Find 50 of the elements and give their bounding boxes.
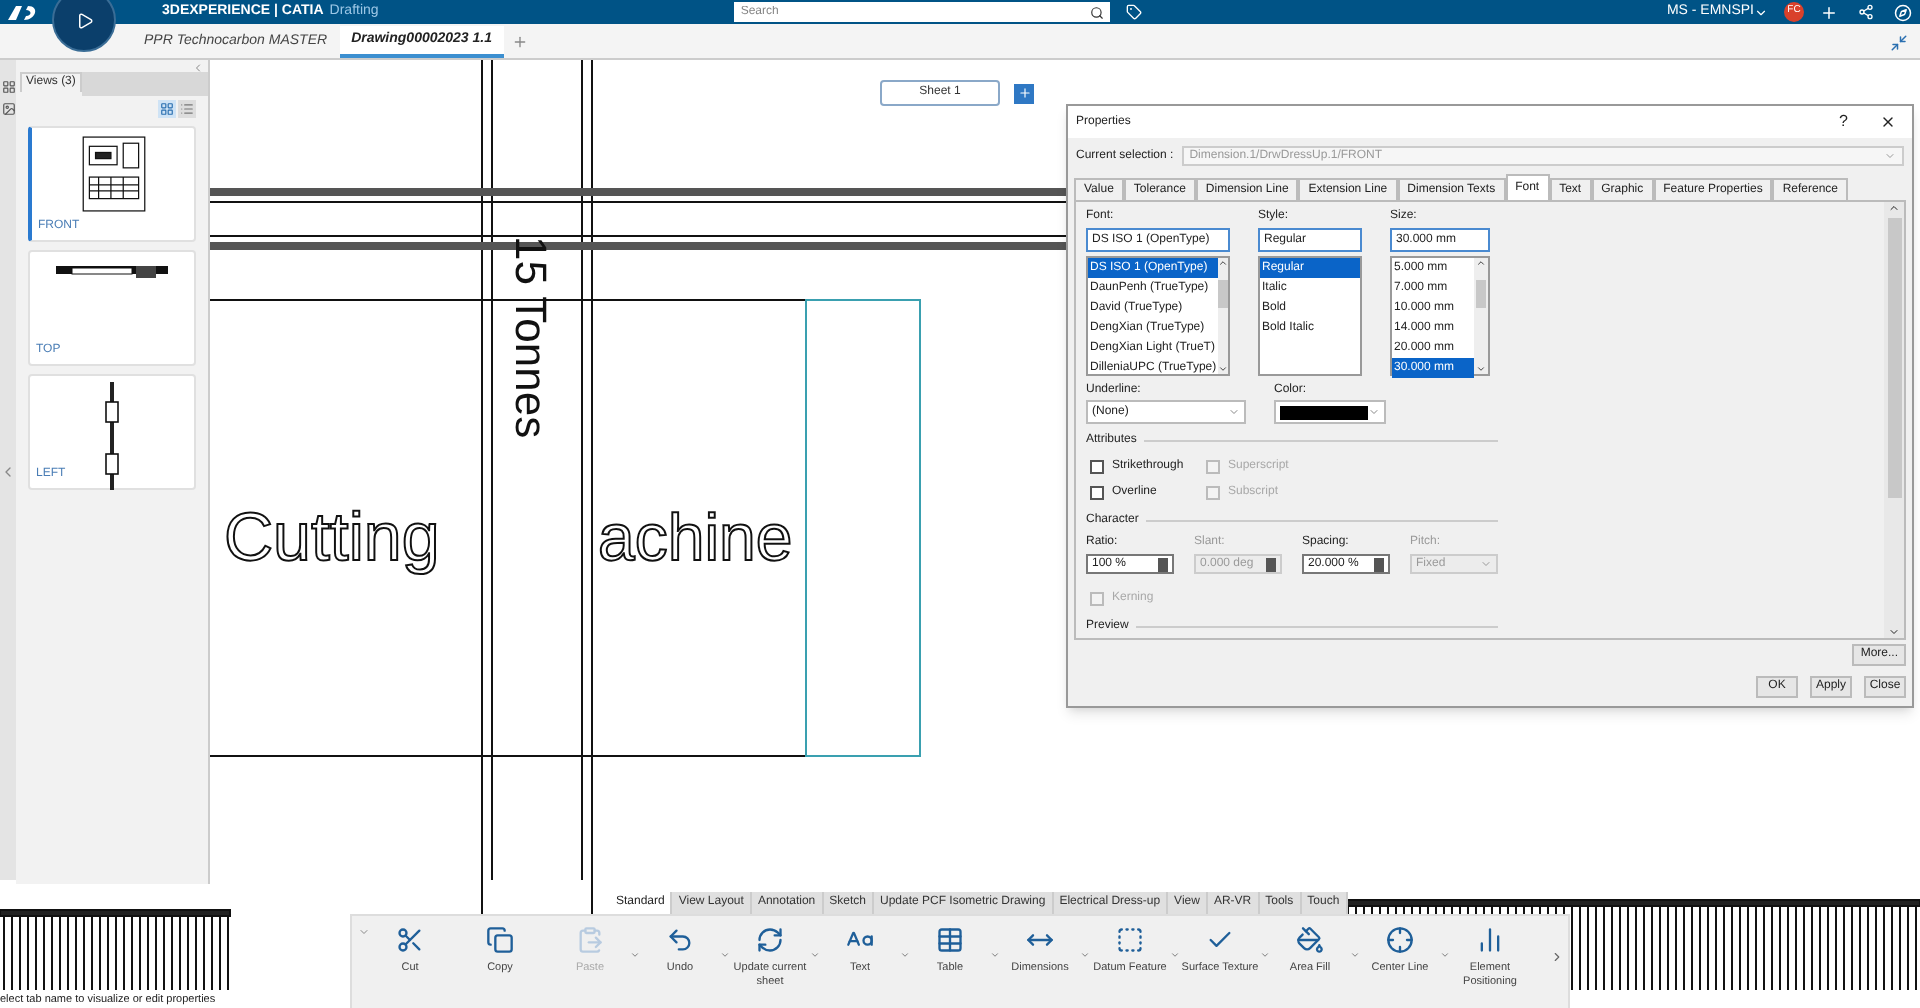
scroll-up-icon[interactable] [1476, 258, 1486, 268]
caret-icon [1368, 406, 1380, 418]
share-icon[interactable] [1858, 4, 1874, 20]
table-icon [936, 926, 964, 954]
grid-view-button[interactable] [158, 99, 176, 117]
spinner-icon [1374, 557, 1384, 571]
close-icon[interactable] [1880, 114, 1896, 130]
checkbox[interactable] [1090, 486, 1104, 500]
left-view-thumbnail [102, 382, 122, 490]
checkbox[interactable] [1090, 460, 1104, 474]
caret-icon [1228, 406, 1240, 418]
compass-icon[interactable] [1894, 3, 1912, 21]
help-button[interactable]: ? [1839, 110, 1848, 134]
bar-chart-icon [1476, 926, 1504, 954]
search-icon[interactable] [1090, 5, 1105, 19]
scroll-down-icon[interactable] [1218, 364, 1229, 374]
front-view-thumbnail [79, 134, 147, 214]
clipboard-icon [576, 926, 604, 954]
scissors-icon [396, 926, 424, 954]
drawing-label: 15 Tonnes [506, 236, 556, 439]
drawing-title: Cutting [224, 500, 440, 576]
caret-icon [1884, 150, 1896, 162]
collapse-icon[interactable] [1890, 34, 1908, 52]
list-view-button[interactable] [178, 99, 196, 117]
refresh-icon [756, 926, 784, 954]
plus-icon [1017, 86, 1031, 100]
expand-icon[interactable] [0, 464, 16, 480]
undo-icon [666, 926, 694, 954]
drawing-title: achine [598, 500, 793, 574]
tag-icon[interactable] [1126, 4, 1143, 20]
dashed-square-icon [1116, 926, 1144, 954]
paint-bucket-icon [1296, 926, 1324, 954]
play-icon[interactable] [75, 11, 93, 29]
crosshair-icon [1386, 926, 1414, 954]
image-icon[interactable] [1, 102, 15, 116]
scroll-down-icon[interactable] [1476, 364, 1486, 374]
scroll-down-icon[interactable] [1888, 626, 1900, 638]
spinner-icon [1158, 557, 1168, 571]
spinner-icon [1266, 557, 1276, 571]
caret-icon[interactable] [1754, 5, 1768, 19]
add-icon[interactable] [1820, 3, 1838, 21]
scroll-up-icon[interactable] [1218, 258, 1229, 268]
caret-icon [1480, 558, 1492, 570]
new-tab-icon[interactable] [512, 34, 528, 50]
copy-icon [486, 926, 514, 954]
add-sheet-button[interactable] [1014, 83, 1034, 103]
scroll-up-icon[interactable] [1888, 202, 1900, 214]
views-icon[interactable] [1, 80, 15, 94]
scroll-right-icon[interactable] [1550, 950, 1564, 964]
color-dropdown[interactable] [1274, 400, 1386, 424]
